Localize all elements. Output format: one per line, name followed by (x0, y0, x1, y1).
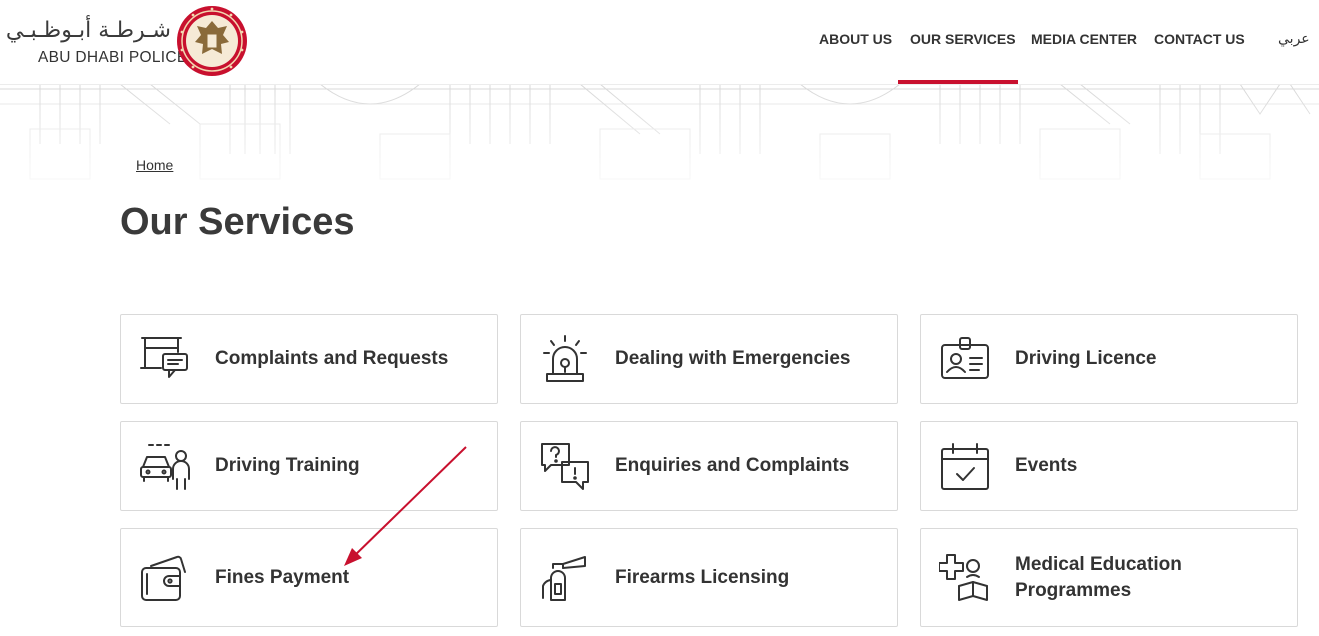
police-emblem-icon (177, 6, 247, 76)
medical-book-icon (939, 554, 988, 601)
service-card-driving-licence[interactable]: Driving Licence (920, 314, 1298, 404)
logo-arabic-text: شـرطـة أبـوظـبـي (5, 18, 171, 43)
car-instructor-icon (140, 444, 190, 490)
service-card-driving-training[interactable]: Driving Training (120, 421, 498, 511)
nav-contact-us[interactable]: CONTACT US (1154, 31, 1245, 47)
site-logo[interactable]: شـرطـة أبـوظـبـي ABU DHABI POLICE (6, 4, 253, 80)
complaints-board-icon (140, 337, 188, 378)
service-label: Fines Payment (215, 566, 350, 588)
service-card-enquiries-complaints[interactable]: Enquiries and Complaints (520, 421, 898, 511)
service-card-complaints-requests[interactable]: Complaints and Requests (120, 314, 498, 404)
service-card-firearms-licensing[interactable]: Firearms Licensing (520, 528, 898, 627)
service-label: Complaints and Requests (215, 348, 449, 369)
service-label: Firearms Licensing (615, 566, 790, 588)
calendar-icon (941, 443, 989, 490)
nav-about-us[interactable]: ABOUT US (819, 31, 892, 47)
service-label: Dealing with Emergencies (615, 348, 851, 369)
nav-our-services[interactable]: OUR SERVICES (910, 31, 1016, 47)
service-card-events[interactable]: Events (920, 421, 1298, 511)
fire-extinguisher-icon (542, 556, 586, 601)
siren-icon (543, 335, 587, 382)
service-label: Medical Education Programmes (1015, 553, 1182, 601)
service-card-emergencies[interactable]: Dealing with Emergencies (520, 314, 898, 404)
logo-english-text: ABU DHABI POLICE (38, 49, 188, 66)
skyline-banner-pattern (0, 84, 1319, 214)
page-title: Our Services (120, 201, 355, 243)
site-header: شـرطـة أبـوظـبـي ABU DHABI POLICE ABOUT … (0, 0, 1319, 85)
service-label: Events (1015, 455, 1078, 476)
nav-active-indicator (898, 80, 1018, 84)
breadcrumb-home-link[interactable]: Home (136, 157, 173, 173)
nav-media-center[interactable]: MEDIA CENTER (1031, 31, 1137, 47)
service-card-fines-payment[interactable]: Fines Payment (120, 528, 498, 627)
question-chat-icon (541, 443, 589, 490)
wallet-icon (141, 555, 186, 601)
id-card-icon (941, 337, 989, 379)
service-label: Driving Licence (1015, 348, 1157, 369)
language-toggle[interactable]: عربي (1278, 31, 1310, 47)
service-label: Driving Training (215, 455, 360, 476)
service-label: Enquiries and Complaints (615, 455, 850, 476)
service-card-medical-education[interactable]: Medical Education Programmes (920, 528, 1298, 627)
